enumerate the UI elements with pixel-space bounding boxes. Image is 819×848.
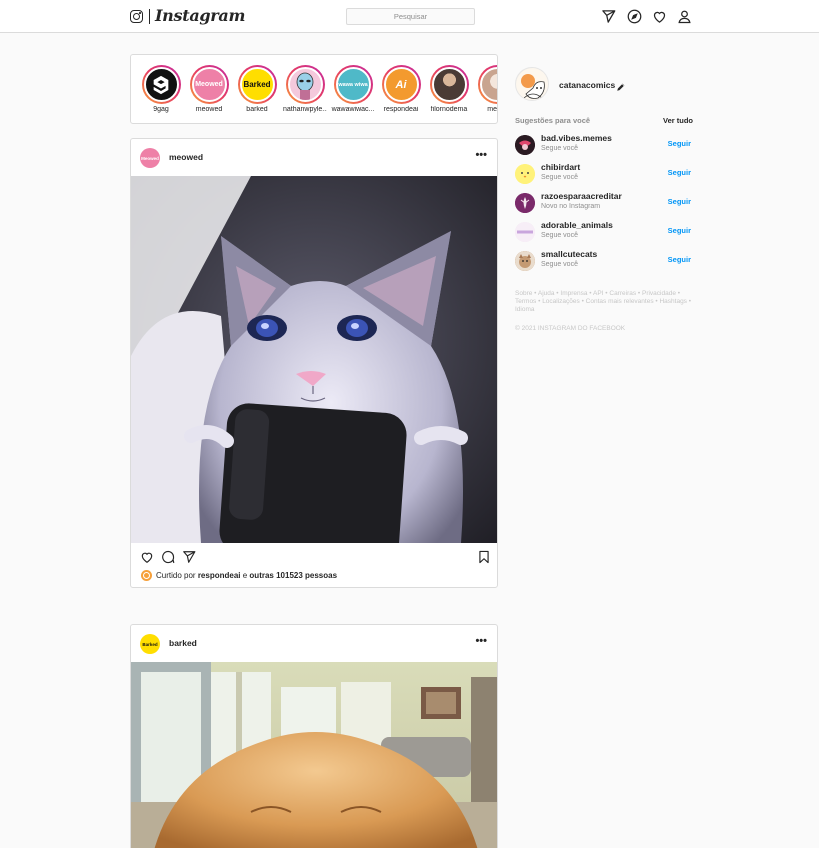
story-avatar — [431, 67, 467, 102]
story-avatar — [287, 67, 323, 102]
story-avatar: Barked — [239, 67, 275, 102]
story-avatar: wawa wiwa — [335, 67, 371, 102]
story-name: nathanwpyle... — [283, 106, 327, 113]
suggestion-username[interactable]: razoesparaacreditar — [541, 191, 622, 201]
footer-links[interactable]: Sobre • Ajuda • Imprensa • API • Carreir… — [515, 290, 697, 314]
story-name: filornodema — [430, 106, 468, 113]
story-item[interactable]: filornodema — [427, 65, 471, 113]
post-actions: Curtido por respondeai e outras 101523 p… — [131, 543, 497, 587]
story-item[interactable]: 9gag — [139, 65, 183, 113]
follow-button[interactable]: Seguir — [668, 255, 691, 264]
story-avatar — [479, 67, 497, 102]
post-username[interactable]: barked — [169, 638, 197, 648]
story-name: wawawiwac... — [331, 106, 375, 113]
suggestion-item: razoesparaacreditar Novo no Instagram Se… — [515, 190, 691, 216]
suggestion-avatar[interactable] — [515, 193, 535, 213]
profile-icon[interactable] — [677, 9, 692, 24]
comic-character-drawing — [516, 68, 548, 100]
story-name: meme — [487, 106, 497, 113]
follow-button[interactable]: Seguir — [668, 168, 691, 177]
post-avatar[interactable]: Meowed — [140, 148, 160, 168]
instagram-glyph-icon[interactable] — [130, 10, 143, 23]
story-item[interactable]: wawa wiwa wawawiwac... — [331, 65, 375, 113]
comment-icon[interactable] — [161, 550, 175, 564]
liked-prefix: Curtido por — [156, 571, 196, 580]
suggestion-reason: Novo no Instagram — [541, 203, 601, 210]
suggestion-item: bad.vibes.memes Segue você Seguir — [515, 132, 691, 158]
suggestion-username[interactable]: chibirdart — [541, 162, 580, 172]
see-all-link[interactable]: Ver tudo — [663, 116, 693, 125]
post-header: Barked barked ••• — [131, 625, 497, 662]
suggestion-reason: Segue você — [541, 174, 578, 181]
liked-joiner: e — [242, 571, 248, 580]
story-name: respondeai — [383, 106, 419, 113]
suggestion-item: chibirdart Segue você Seguir — [515, 161, 691, 187]
follow-button[interactable]: Seguir — [668, 139, 691, 148]
suggestions-title: Sugestões para você — [515, 116, 591, 125]
post-header: Meowed meowed ••• — [131, 139, 497, 176]
post-avatar[interactable]: Barked — [140, 634, 160, 654]
puppy-in-room-image — [131, 662, 497, 848]
liked-others[interactable]: outras 101523 pessoas — [249, 571, 337, 580]
suggestion-item: adorable_animals Segue você Seguir — [515, 219, 691, 245]
search-input[interactable]: Pesquisar — [346, 8, 475, 25]
share-icon[interactable] — [182, 550, 196, 564]
suggestion-avatar[interactable] — [515, 251, 535, 271]
more-options-icon[interactable]: ••• — [475, 149, 487, 161]
story-item[interactable]: nathanwpyle... — [283, 65, 327, 113]
current-user-avatar[interactable] — [515, 67, 549, 101]
suggestion-avatar[interactable] — [515, 222, 535, 242]
suggestion-username[interactable]: bad.vibes.memes — [541, 133, 612, 143]
suggestion-username[interactable]: adorable_animals — [541, 220, 613, 230]
liked-user[interactable]: respondeai — [198, 571, 241, 580]
story-name: barked — [246, 106, 268, 113]
more-options-icon[interactable]: ••• — [475, 635, 487, 647]
suggestion-avatar[interactable] — [515, 135, 535, 155]
post-photo[interactable] — [131, 662, 497, 848]
story-name: 9gag — [153, 106, 169, 113]
suggestion-reason: Segue você — [541, 232, 578, 239]
alien-drawing-icon — [296, 72, 314, 100]
story-name: meowed — [195, 106, 223, 113]
follow-button[interactable]: Seguir — [668, 226, 691, 235]
edit-pencil-icon[interactable] — [616, 79, 626, 91]
cat-with-phone-image — [131, 176, 497, 543]
story-item[interactable]: meme — [475, 65, 497, 113]
feed-post: Barked barked ••• — [130, 624, 498, 848]
logo-divider — [149, 9, 150, 24]
direct-icon[interactable] — [601, 9, 616, 24]
story-avatar: Meowed — [191, 67, 227, 102]
story-avatar: Ai — [383, 67, 419, 102]
suggestion-username[interactable]: smallcutecats — [541, 249, 597, 259]
current-username[interactable]: catanacomics — [559, 80, 615, 90]
top-navigation-bar: Instagram Pesquisar — [0, 0, 819, 33]
likes-summary: Curtido por respondeai e outras 101523 p… — [141, 570, 337, 581]
bookmark-icon[interactable] — [477, 550, 491, 564]
feed-post: Meowed meowed ••• Curtido por respondeai… — [130, 138, 498, 588]
copyright-text: © 2021 INSTAGRAM DO FACEBOOK — [515, 325, 626, 332]
story-item[interactable]: Meowed meowed — [187, 65, 231, 113]
post-username[interactable]: meowed — [169, 152, 203, 162]
post-photo[interactable] — [131, 176, 497, 543]
instagram-wordmark[interactable]: Instagram — [155, 6, 245, 25]
heart-icon[interactable] — [652, 9, 667, 24]
story-avatar — [143, 67, 179, 102]
suggestion-reason: Segue você — [541, 261, 578, 268]
like-heart-icon[interactable] — [140, 550, 154, 564]
suggestion-reason: Segue você — [541, 145, 578, 152]
story-item[interactable]: Ai respondeai — [379, 65, 423, 113]
explore-icon[interactable] — [627, 9, 642, 24]
liker-avatar[interactable] — [141, 570, 152, 581]
suggestion-item: smallcutecats Segue você Seguir — [515, 248, 691, 274]
stories-tray: 9gag Meowed meowed Barked barked nathanw… — [130, 54, 498, 124]
9gag-logo-icon — [153, 75, 169, 94]
story-item[interactable]: Barked barked — [235, 65, 279, 113]
suggestion-avatar[interactable] — [515, 164, 535, 184]
follow-button[interactable]: Seguir — [668, 197, 691, 206]
